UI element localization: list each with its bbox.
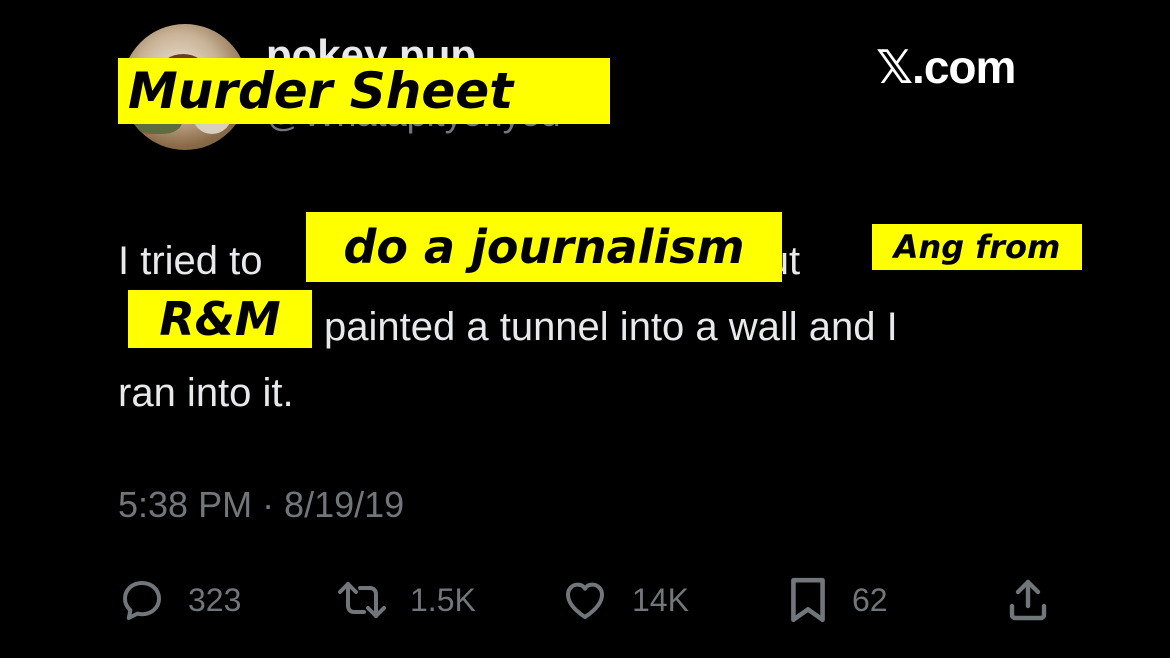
repost-button[interactable]: 1.5K (336, 572, 476, 628)
like-icon (560, 576, 610, 624)
bookmark-icon (786, 575, 830, 625)
like-count: 14K (632, 581, 689, 618)
bookmark-button[interactable]: 62 (786, 572, 888, 628)
overlay-phrase: R&M (128, 290, 312, 348)
overlay-phrase: Ang from (872, 224, 1082, 270)
overlay-title: Murder Sheet (118, 58, 610, 124)
reply-count: 323 (188, 581, 242, 618)
bookmark-count: 62 (852, 581, 888, 618)
reply-button[interactable]: 323 (118, 572, 241, 628)
overlay-phrase: do a journalism (306, 212, 782, 282)
repost-icon (336, 576, 388, 624)
reply-icon (118, 576, 166, 624)
repost-count: 1.5K (410, 581, 476, 618)
tweet-text-segment: ran into it. (118, 371, 294, 415)
share-button[interactable] (1004, 572, 1052, 628)
like-button[interactable]: 14K (560, 572, 689, 628)
action-bar: 323 1.5K 14K 62 (0, 572, 1170, 628)
timestamp[interactable]: 5:38 PM · 8/19/19 (118, 484, 404, 526)
tweet-text-segment: I tried to (118, 239, 263, 283)
x-logo: 𝕏.com (876, 41, 1016, 93)
tweet-text-segment: painted a tunnel into a wall and I (324, 305, 898, 349)
share-icon (1004, 576, 1052, 624)
